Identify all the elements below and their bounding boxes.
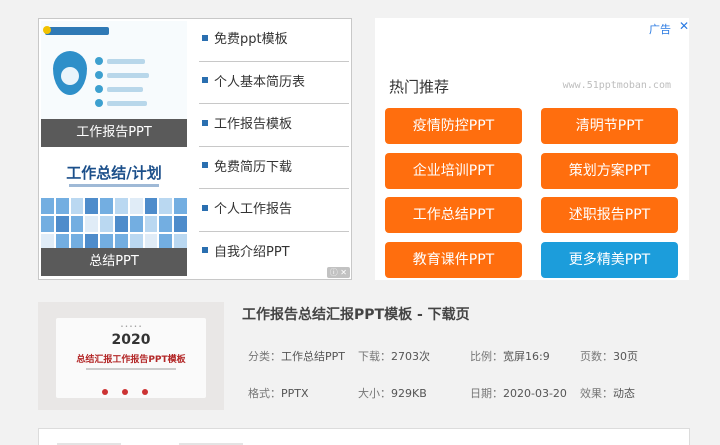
thumb-title: 工作总结/计划 xyxy=(66,164,162,182)
info-size: 大小：929KB xyxy=(358,387,427,400)
link-label: 免费ppt模板 xyxy=(214,32,288,47)
bullet-icon xyxy=(202,162,208,168)
right-ad-box: 广告 ✕ 热门推荐 www.51pptmoban.com 疫情防控PPT 清明节… xyxy=(375,18,689,280)
bullet-icon xyxy=(202,34,208,41)
thumb-work-report[interactable]: 工作报告PPT xyxy=(41,21,187,147)
text-line xyxy=(107,73,149,78)
slide-subtitle-line xyxy=(86,368,176,370)
info-date: 日期：2020-03-20 xyxy=(470,387,567,400)
thumb-subtitle-line xyxy=(69,184,159,187)
watermark: www.51pptmoban.com xyxy=(562,80,671,91)
left-ad-box: 工作报告PPT 工作总结/计划 总结PPT 免费ppt模板 个人基本简历表 工作… xyxy=(38,18,352,280)
thumb-logo-dot xyxy=(43,26,51,34)
link-label: 个人基本简历表 xyxy=(214,74,306,90)
product-title[interactable]: 工作报告总结汇报PPT模板 - 下载页 xyxy=(242,304,470,324)
bubble-icon xyxy=(95,99,103,107)
link-list: 免费ppt模板 个人基本简历表 工作报告模板 免费简历下载 个人工作报告 自我介… xyxy=(199,19,349,274)
link-label: 免费简历下载 xyxy=(214,159,293,175)
slide-tabs: • • • • • xyxy=(120,324,142,330)
tag-button[interactable]: 策划方案PPT xyxy=(541,153,678,189)
hot-title: 热门推荐 xyxy=(389,78,450,96)
thumb-summary[interactable]: 工作总结/计划 总结PPT xyxy=(41,152,187,276)
ad-choice-icon[interactable]: ⓘ ✕ xyxy=(326,267,350,278)
link-item[interactable]: 个人工作报告 xyxy=(199,189,349,232)
info-ratio: 比例：宽屏16:9 xyxy=(470,350,550,363)
bullet-icon xyxy=(202,119,208,126)
info-pages: 页数：30页 xyxy=(580,350,638,363)
thumb-header-bar xyxy=(45,27,109,35)
link-item[interactable]: 工作报告模板 xyxy=(199,104,349,147)
info-effect: 效果：动态 xyxy=(580,387,635,400)
text-line xyxy=(107,87,143,92)
product-thumbnail[interactable]: • • • • • 2020 总结汇报工作报告PPT模板 xyxy=(38,302,224,410)
tag-button[interactable]: 企业培训PPT xyxy=(385,153,522,189)
slide-preview: • • • • • 2020 总结汇报工作报告PPT模板 xyxy=(56,318,206,398)
slide-year: 2020 xyxy=(111,332,151,348)
text-line xyxy=(107,59,145,64)
tag-button[interactable]: 工作总结PPT xyxy=(385,197,522,233)
link-item[interactable]: 个人基本简历表 xyxy=(199,62,349,104)
close-icon[interactable]: ✕ xyxy=(679,19,689,33)
bullet-icon xyxy=(202,247,208,253)
text-line xyxy=(107,101,147,106)
slide-title: 总结汇报工作报告PPT模板 xyxy=(76,355,186,365)
thumb-caption: 工作报告PPT xyxy=(41,119,187,147)
link-label: 个人工作报告 xyxy=(214,202,293,217)
more-button[interactable]: 更多精美PPT xyxy=(541,242,678,278)
slide-icons xyxy=(102,380,162,399)
info-format: 格式：PPTX xyxy=(248,387,309,400)
link-label: 工作报告模板 xyxy=(214,117,293,132)
link-item[interactable]: 免费ppt模板 xyxy=(199,19,349,62)
link-item[interactable]: 免费简历下载 xyxy=(199,147,349,189)
thumb-caption: 总结PPT xyxy=(41,248,187,276)
tag-button[interactable]: 教育课件PPT xyxy=(385,242,522,278)
tag-button[interactable]: 述职报告PPT xyxy=(541,197,678,233)
water-drop-inner xyxy=(61,67,79,85)
bubble-icon xyxy=(95,85,103,93)
tag-button[interactable]: 清明节PPT xyxy=(541,108,678,144)
bottom-panel xyxy=(38,428,690,445)
ad-label: 广告 xyxy=(649,23,671,36)
tile-grid xyxy=(41,198,187,250)
bubble-icon xyxy=(95,71,103,79)
tag-button[interactable]: 疫情防控PPT xyxy=(385,108,522,144)
info-downloads: 下载：2703次 xyxy=(358,350,430,363)
info-category: 分类：工作总结PPT xyxy=(248,350,345,363)
bullet-icon xyxy=(202,204,208,211)
bubble-icon xyxy=(95,57,103,65)
bullet-icon xyxy=(202,77,208,83)
link-label: 自我介绍PPT xyxy=(214,244,290,260)
